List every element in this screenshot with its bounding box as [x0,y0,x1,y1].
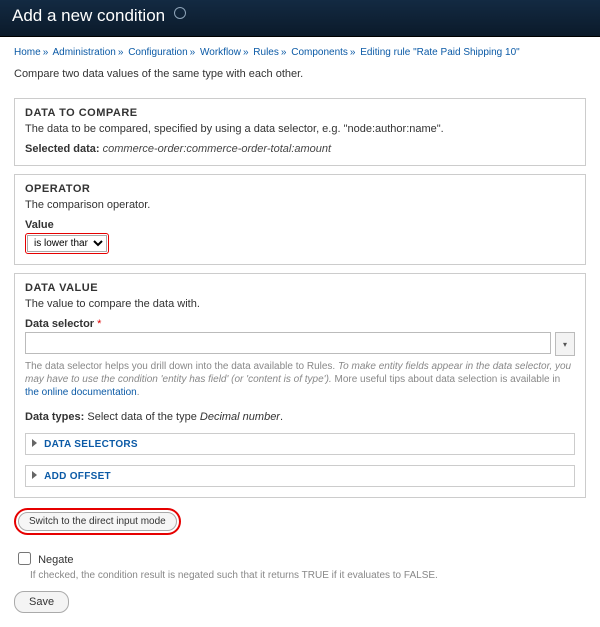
help-text: The data selector helps you drill down i… [25,361,338,372]
breadcrumb-link[interactable]: Editing rule "Rate Paid Shipping 10" [360,47,519,58]
online-documentation-link[interactable]: the online documentation [25,387,137,398]
negate-row: Negate [14,549,586,568]
panel-desc: The data to be compared, specified by us… [25,123,575,135]
negate-checkbox[interactable] [18,552,31,565]
chevron-right-icon [32,471,37,479]
required-marker: * [97,318,101,330]
panel-operator: OPERATOR The comparison operator. Value … [14,174,586,265]
breadcrumb-link[interactable]: Workflow [200,47,241,58]
chevron-down-icon: ▾ [563,340,567,349]
data-types-label: Data types: [25,411,84,423]
panel-title: OPERATOR [25,183,575,195]
switch-mode-row: Switch to the direct input mode [14,508,586,535]
panel-desc: The value to compare the data with. [25,298,575,310]
panel-desc: The comparison operator. [25,199,575,211]
collapsible-add-offset[interactable]: ADD OFFSET [25,465,575,487]
collapsible-data-selectors[interactable]: DATA SELECTORS [25,433,575,455]
gear-icon[interactable] [174,7,186,19]
panel-data-value: DATA VALUE The value to compare the data… [14,273,586,498]
breadcrumb: Home» Administration» Configuration» Wor… [0,37,600,64]
breadcrumb-link[interactable]: Rules [253,47,279,58]
selected-data-label: Selected data: [25,143,100,155]
data-selector-help: The data selector helps you drill down i… [25,360,575,399]
save-button[interactable]: Save [14,591,69,613]
panel-title: DATA TO COMPARE [25,107,575,119]
switch-direct-input-button[interactable]: Switch to the direct input mode [18,512,177,531]
breadcrumb-link[interactable]: Components [291,47,348,58]
negate-help: If checked, the condition result is nega… [30,570,586,581]
panel-title: DATA VALUE [25,282,575,294]
switch-mode-highlight: Switch to the direct input mode [14,508,181,535]
data-selector-label: Data selector [25,318,94,330]
help-text: More useful tips about data selection is… [334,374,560,385]
collapsible-label: DATA SELECTORS [44,439,138,450]
selected-data-row: Selected data: commerce-order:commerce-o… [25,143,575,155]
negate-label: Negate [38,554,73,566]
breadcrumb-link[interactable]: Configuration [128,47,187,58]
data-types-em: Decimal number [200,411,280,423]
data-types-text: Select data of the type [87,411,200,423]
data-selector-dropdown-button[interactable]: ▾ [555,332,575,356]
operator-select[interactable]: is lower than [27,235,107,252]
selected-data-value: commerce-order:commerce-order-total:amou… [103,143,331,155]
data-selector-input[interactable] [25,332,551,354]
collapsible-label: ADD OFFSET [44,471,111,482]
breadcrumb-link[interactable]: Administration [52,47,115,58]
chevron-right-icon [32,439,37,447]
intro-text: Compare two data values of the same type… [0,64,600,90]
window-header: Add a new condition [0,0,600,37]
operator-select-highlight: is lower than [25,233,109,254]
breadcrumb-link[interactable]: Home [14,47,41,58]
operator-value-label: Value [25,219,575,231]
data-types-line: Data types: Select data of the type Deci… [25,411,575,423]
panel-data-to-compare: DATA TO COMPARE The data to be compared,… [14,98,586,166]
page-title: Add a new condition [12,6,165,26]
